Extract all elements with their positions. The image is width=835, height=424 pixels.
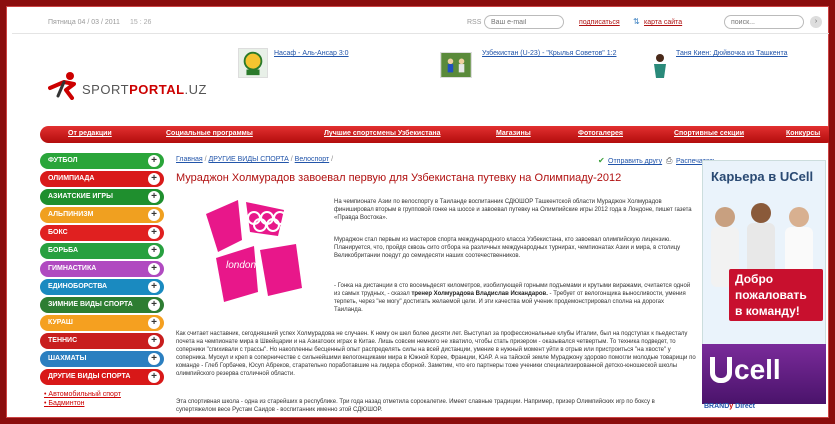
nav-item-editorial[interactable]: От редакции bbox=[68, 130, 112, 137]
email-field[interactable] bbox=[484, 15, 564, 29]
plus-icon: + bbox=[148, 317, 160, 329]
sidebar-item-gymnastics[interactable]: ГИМНАСТИКА + bbox=[40, 261, 164, 277]
article-paragraph: На чемпионате Азии по велоспорту в Таила… bbox=[334, 199, 692, 221]
sidebar-item-kurash[interactable]: КУРАШ + bbox=[40, 315, 164, 331]
send-icon: ✔ bbox=[598, 156, 605, 165]
sidebar-item-label: БОКС bbox=[48, 229, 68, 236]
logo-text: SPORTPORTAL.UZ bbox=[82, 82, 207, 97]
breadcrumb-home[interactable]: Главная bbox=[176, 156, 203, 163]
branddirect-link[interactable]: BRANDy Direct bbox=[704, 403, 755, 410]
nav-item-photo-gallery[interactable]: Фотогалерея bbox=[578, 130, 623, 137]
sidebar-sublink[interactable]: • Автомобильный спорт bbox=[44, 391, 121, 398]
article-paragraph: Мураджон стал первым из мастеров спорта … bbox=[334, 237, 681, 259]
sidebar-item-other-sports[interactable]: ДРУГИЕ ВИДЫ СПОРТА + bbox=[40, 369, 164, 385]
sidebar-item-winter-sports[interactable]: ЗИМНИЕ ВИДЫ СПОРТА + bbox=[40, 297, 164, 313]
sidebar-item-chess[interactable]: ШАХМАТЫ + bbox=[40, 351, 164, 367]
sidebar-item-label: АЛЬПИНИЗМ bbox=[48, 211, 94, 218]
article-title: Мураджон Холмурадов завоевал первую для … bbox=[176, 172, 622, 184]
football-photo-icon bbox=[440, 52, 472, 78]
sidebar-item-wrestling[interactable]: БОРЬБА + bbox=[40, 243, 164, 259]
header-news-link[interactable]: Таня Киен: Дюйвочка из Ташкента bbox=[676, 50, 788, 57]
article-paragraph: - Гонка на дистанции в сто восемьдесят к… bbox=[334, 283, 691, 313]
london-2012-logo-icon: london bbox=[206, 200, 302, 302]
plus-icon: + bbox=[148, 353, 160, 365]
main-nav: От редакции Социальные программы Лучшие … bbox=[40, 126, 829, 143]
nav-item-social[interactable]: Социальные программы bbox=[166, 130, 253, 137]
banner-slogan: Добро пожаловать в команду! bbox=[729, 269, 823, 321]
sidebar-item-olympiad[interactable]: ОЛИМПИАДА + bbox=[40, 171, 164, 187]
sitemap-icon: ⇅ bbox=[633, 17, 640, 26]
breadcrumb: Главная / ДРУГИЕ ВИДЫ СПОРТА / Велоспорт… bbox=[176, 156, 334, 163]
plus-icon: + bbox=[148, 371, 160, 383]
ucell-career-banner[interactable]: Карьера в UCell Добро пожаловать в коман… bbox=[702, 160, 826, 352]
sidebar-item-label: ГИМНАСТИКА bbox=[48, 265, 97, 272]
page-frame: Пятница 04 / 03 / 2011 15 : 26 RSS подпи… bbox=[0, 0, 835, 424]
plus-icon: + bbox=[148, 209, 160, 221]
sidebar-item-martial-arts[interactable]: ЕДИНОБОРСТВА + bbox=[40, 279, 164, 295]
plus-icon: + bbox=[148, 299, 160, 311]
plus-icon: + bbox=[148, 245, 160, 257]
nav-item-shops[interactable]: Магазины bbox=[496, 130, 531, 137]
subscribe-link[interactable]: подписаться bbox=[579, 19, 620, 26]
plus-icon: + bbox=[148, 155, 160, 167]
sidebar-item-label: БОРЬБА bbox=[48, 247, 78, 254]
plus-icon: + bbox=[148, 191, 160, 203]
date-text: Пятница 04 / 03 / 2011 bbox=[48, 19, 120, 26]
sidebar-item-boxing[interactable]: БОКС + bbox=[40, 225, 164, 241]
page: Пятница 04 / 03 / 2011 15 : 26 RSS подпи… bbox=[12, 12, 829, 418]
sitemap-link[interactable]: карта сайта bbox=[644, 19, 682, 26]
nav-item-sport-sections[interactable]: Спортивные секции bbox=[674, 130, 744, 137]
sidebar-item-label: АЗИАТСКИЕ ИГРЫ bbox=[48, 193, 113, 200]
sidebar-item-label: ШАХМАТЫ bbox=[48, 355, 87, 362]
sidebar-item-label: ОЛИМПИАДА bbox=[48, 175, 95, 182]
article-paragraph: Эта спортивная школа - одна из старейших… bbox=[176, 399, 655, 413]
club-emblem-icon bbox=[238, 48, 268, 78]
london-logo-text: london bbox=[226, 260, 256, 271]
breadcrumb-section[interactable]: ДРУГИЕ ВИДЫ СПОРТА bbox=[209, 156, 289, 163]
header-news-link[interactable]: Насаф - Аль-Ансар 3:0 bbox=[274, 50, 349, 57]
print-icon: ⎙ bbox=[666, 156, 673, 165]
plus-icon: + bbox=[148, 335, 160, 347]
breadcrumb-current[interactable]: Велоспорт bbox=[295, 156, 330, 163]
article-paragraph: Как считает наставник, сегодняшний успех… bbox=[176, 331, 696, 377]
search-button[interactable]: › bbox=[810, 16, 822, 28]
plus-icon: + bbox=[148, 227, 160, 239]
sidebar-item-label: ДРУГИЕ ВИДЫ СПОРТА bbox=[48, 373, 131, 380]
header-news-link[interactable]: Узбекистан (U-23) - "Крылья Советов" 1:2 bbox=[482, 50, 616, 57]
sidebar-item-football[interactable]: ФУТБОЛ + bbox=[40, 153, 164, 169]
rss-icon[interactable]: RSS bbox=[467, 19, 481, 26]
plus-icon: + bbox=[148, 281, 160, 293]
top-bar: Пятница 04 / 03 / 2011 15 : 26 RSS подпи… bbox=[12, 12, 829, 34]
ucell-logo: cell bbox=[710, 354, 781, 386]
sidebar-item-label: КУРАШ bbox=[48, 319, 73, 326]
plus-icon: + bbox=[148, 173, 160, 185]
ucell-u-icon bbox=[710, 357, 732, 383]
plus-icon: + bbox=[148, 263, 160, 275]
gymnast-photo-icon bbox=[648, 52, 672, 82]
send-to-friend-link[interactable]: Отправить другу bbox=[608, 158, 662, 165]
site-logo[interactable]: SPORTPORTAL.UZ bbox=[48, 70, 208, 100]
time-text: 15 : 26 bbox=[130, 19, 152, 26]
search-input[interactable] bbox=[724, 15, 804, 29]
nav-item-contests[interactable]: Конкурсы bbox=[786, 130, 820, 137]
sidebar-sublink[interactable]: • Бадминтон bbox=[44, 400, 84, 407]
nav-item-best-athletes[interactable]: Лучшие спортсмены Узбекистана bbox=[324, 130, 441, 137]
sidebar-item-alpinism[interactable]: АЛЬПИНИЗМ + bbox=[40, 207, 164, 223]
sidebar-item-label: ТЕННИС bbox=[48, 337, 78, 344]
ucell-logo-banner[interactable]: cell bbox=[702, 344, 826, 404]
runner-logo-icon bbox=[48, 72, 76, 100]
sidebar-item-asian-games[interactable]: АЗИАТСКИЕ ИГРЫ + bbox=[40, 189, 164, 205]
article-bold-quote: тренер Холмурадова Владислав Искандаров. bbox=[411, 291, 548, 297]
sidebar-item-label: ФУТБОЛ bbox=[48, 157, 78, 164]
banner-title: Карьера в UCell bbox=[711, 169, 814, 184]
sidebar-item-label: ЕДИНОБОРСТВА bbox=[48, 283, 108, 290]
sidebar-item-tennis[interactable]: ТЕННИС + bbox=[40, 333, 164, 349]
sidebar-item-label: ЗИМНИЕ ВИДЫ СПОРТА bbox=[48, 301, 133, 308]
